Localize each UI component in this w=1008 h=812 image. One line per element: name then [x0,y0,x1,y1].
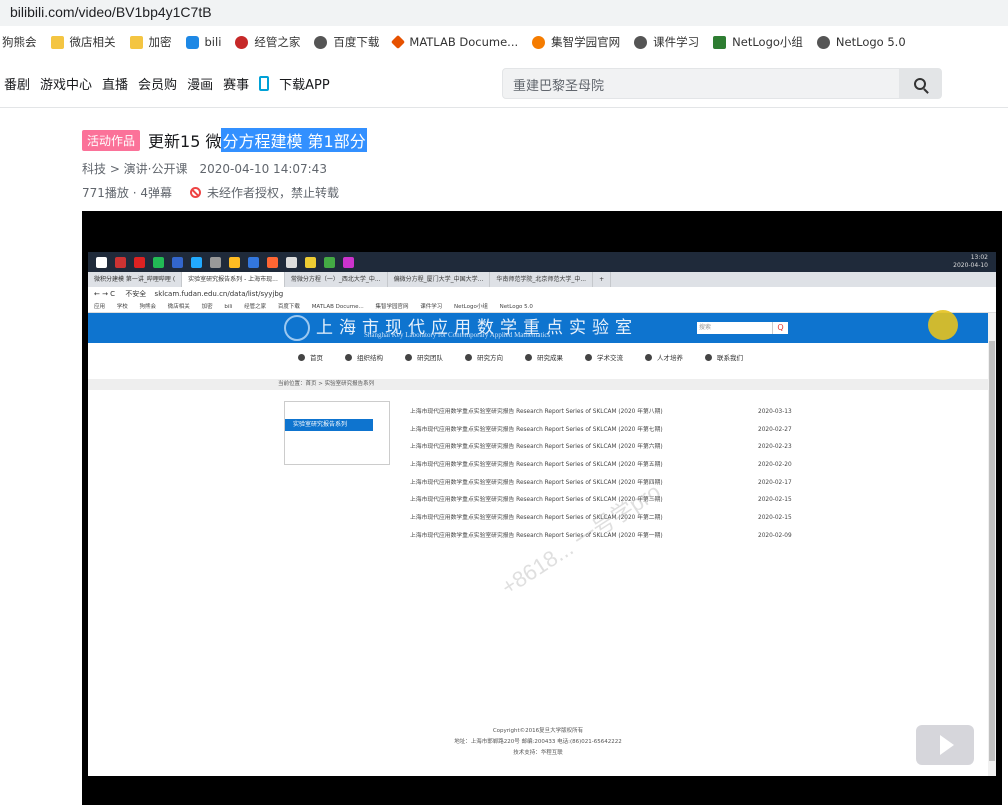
matlab-icon [391,34,406,50]
bookmark-kejian[interactable]: 课件学习 [634,34,699,50]
app-icon [115,256,126,268]
list-item: 上海市现代应用数学重点实验室研究报告 Research Report Serie… [410,462,792,469]
bookmark-gouxionghui[interactable]: 狗熊会 [2,34,37,50]
activity-badge[interactable]: 活动作品 [82,129,141,151]
video-stats-row: 771播放 · 4弹幕 未经作者授权，禁止转载 [82,184,339,201]
video-meta: 科技 > 演讲·公开课 2020-04-10 14:07:43 [82,160,327,177]
lab-search-input: 搜索 [697,322,772,334]
video-stats: 771播放 · 4弹幕 [82,186,172,200]
chrome-icon [229,256,240,268]
search-input[interactable] [513,74,893,94]
chrome-tab: 常微分方程（一）_西北大学_中... [285,272,388,287]
chrome-url-bar: ← → C 不安全 sklcam.fudan.edu.cn/data/list/… [88,287,996,301]
insecure-label: 不安全 [125,290,147,298]
chrome-tab-active: 实验室研究报告系列 - 上海市现... [182,272,285,287]
lab-breadcrumb: 当前位置：首页 > 实验室研究报告系列 [88,379,988,390]
nav-esports[interactable]: 赛事 [223,74,249,93]
bookmark-netlogo-group[interactable]: NetLogo小组 [713,34,803,50]
bookmark-baidu-download[interactable]: 百度下载 [314,34,379,50]
lab-sidebar-active-item: 实验室研究报告系列 [285,419,373,431]
chrome-tabs: 微积分建模 第一讲_哔哩哔哩 ( 实验室研究报告系列 - 上海市现... 常微分… [88,272,996,287]
windows-start-icon [96,256,107,268]
jizhi-icon [532,35,546,49]
url-text[interactable]: bilibili.com/video/BV1bp4y1C7tB [10,4,212,20]
search-box [502,68,942,99]
nav-download-app[interactable]: 下载APP [259,74,340,93]
lab-sidebar: 实验室研究报告系列 [284,401,390,465]
list-item: 上海市现代应用数学重点实验室研究报告 Research Report Serie… [410,409,792,415]
bookmark-bili[interactable]: bili [185,35,221,49]
bilibili-play-icon [916,725,974,765]
folder-icon [50,35,64,49]
video-player[interactable]: 13:02 2020-04-10 微积分建模 第一讲_哔哩哔哩 ( 实验室研究报… [82,211,1002,805]
nav-live[interactable]: 直播 [102,74,128,93]
bookmark-jizhi[interactable]: 集智学园官网 [532,34,620,50]
site-nav: 番剧 游戏中心 直播 会员购 漫画 赛事 下载APP [0,58,1008,108]
lab-site-banner: 上海市现代应用数学重点实验室 Shanghai Key Laboratory f… [88,313,988,343]
new-tab-icon: + [593,272,612,287]
douban-icon [713,35,727,49]
search-icon [914,77,926,90]
video-title-row: 活动作品 更新15 微分方程建模 第1部分 [82,128,367,152]
chrome-nav-icons: ← → C [94,290,116,298]
ie-icon [191,256,202,268]
lab-search-icon: Q [772,322,788,334]
folder-icon [129,35,143,49]
globe-icon [816,35,830,49]
copyright-notice: 未经作者授权，禁止转载 [206,186,339,200]
bookmark-netlogo5[interactable]: NetLogo 5.0 [816,35,906,49]
lab-footer: Copyright©2016复旦大学版权所有 地址：上海市邯郸路220号 邮编:… [454,728,622,756]
list-item: 上海市现代应用数学重点实验室研究报告 Research Report Serie… [410,426,792,433]
video-title: 更新15 微 [148,132,222,151]
app-icon [210,256,221,268]
app-icon [267,256,278,268]
bookmark-jiami[interactable]: 加密 [129,34,172,50]
video-category[interactable]: 科技 > 演讲·公开课 [82,162,188,176]
lab-menu: 首页 组织结构 研究团队 研究方向 研究成果 学术交流 人才培养 联系我们 [88,349,988,367]
phone-icon [259,76,270,91]
nav-vip-shop[interactable]: 会员购 [138,74,177,93]
chrome-url: sklcam.fudan.edu.cn/data/list/syyjbg [154,290,284,298]
nav-bangumi[interactable]: 番剧 [4,74,30,93]
globe-icon [314,35,328,49]
taskbar-clock: 13:02 2020-04-10 [953,254,988,269]
video-frame: 13:02 2020-04-10 微积分建模 第一讲_哔哩哔哩 ( 实验室研究报… [88,252,996,776]
bookmark-weidian[interactable]: 微店相关 [50,34,116,50]
app-icon [343,256,354,268]
app-icon [324,256,335,268]
nav-manga[interactable]: 漫画 [187,74,213,93]
folder-icon [305,256,316,268]
lab-logo-icon [284,315,310,341]
pinggu-icon [235,35,249,49]
app-icon [286,256,297,268]
search-button[interactable] [899,69,941,98]
list-item: 上海市现代应用数学重点实验室研究报告 Research Report Serie… [410,479,792,486]
address-bar[interactable]: bilibili.com/video/BV1bp4y1C7tB [0,0,1008,26]
video-date: 2020-04-10 14:07:43 [199,162,327,176]
bookmark-jingguan[interactable]: 经管之家 [235,34,300,50]
chrome-bookmarks-bar: 应用 学校 狗熊会 微店相关 加密 bili 经管之家 百度下载 MATLAB … [88,301,996,313]
chrome-tab: 偏微分方程_厦门大学_中国大学... [388,272,491,287]
chrome-tab: 微积分建模 第一讲_哔哩哔哩 ( [88,272,183,287]
nav-game-center[interactable]: 游戏中心 [40,74,92,93]
bookmark-matlab[interactable]: MATLAB Docume... [391,34,518,50]
nav-links: 番剧 游戏中心 直播 会员购 漫画 赛事 下载APP [4,74,350,93]
list-item: 上海市现代应用数学重点实验室研究报告 Research Report Serie… [410,444,792,451]
bookmarks-bar: 狗熊会 微店相关 加密 bili 经管之家 百度下载 MATLAB Docume… [0,28,1008,56]
app-icon [153,256,164,268]
lab-scrollbar [988,313,996,776]
app-icon [172,256,183,268]
lab-title-en: Shanghai Key Laboratory for Contemporary… [364,331,551,339]
bilibili-icon [185,35,199,49]
forbidden-icon [189,187,201,198]
chrome-tab: 华南师范学院_北京师范大学_中... [490,272,594,287]
cursor-highlight [928,310,958,340]
video-title-selected: 分方程建模 第1部分 [221,128,367,152]
app-icon [248,256,259,268]
app-icon [134,256,145,268]
windows-taskbar: 13:02 2020-04-10 [88,252,996,272]
globe-icon [634,35,648,49]
